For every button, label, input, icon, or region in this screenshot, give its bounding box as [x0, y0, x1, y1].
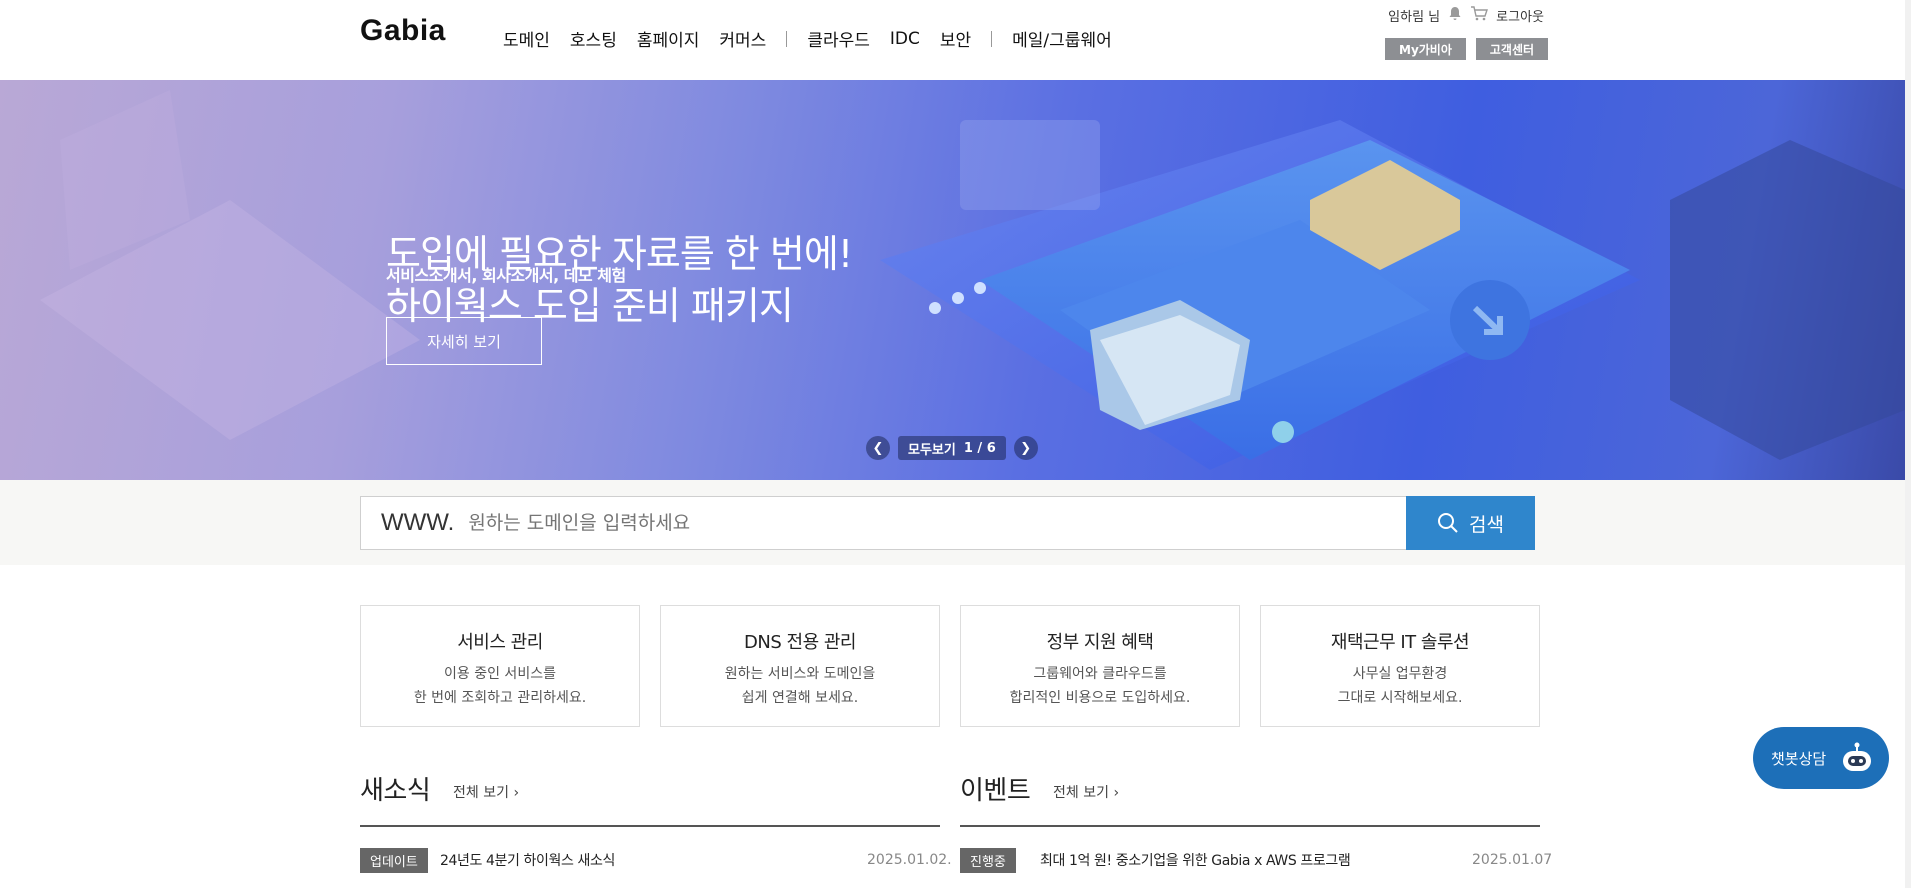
card-remote-work[interactable]: 재택근무 IT 솔루션 사무실 업무환경 그대로 시작해보세요.: [1260, 605, 1540, 727]
news-view-all-label: 전체 보기: [453, 785, 509, 801]
card-desc-line: 그룹웨어와 클라우드를: [1033, 666, 1167, 682]
card-title: 정부 지원 혜택: [1046, 632, 1154, 653]
news-tag-badge: 업데이트: [360, 848, 428, 873]
chevron-right-icon[interactable]: ❯: [1013, 436, 1038, 460]
nav-mail-groupware[interactable]: 메일/그룹웨어: [1012, 26, 1112, 51]
event-item-link[interactable]: 최대 1억 원! 중소기업을 위한 Gabia x AWS 프로그램: [1040, 850, 1351, 870]
chevron-right-icon: ›: [1113, 785, 1120, 801]
domain-search-input[interactable]: [468, 512, 1369, 534]
card-desc-line: 이용 중인 서비스를: [444, 666, 556, 682]
events-view-all-link[interactable]: 전체 보기 ›: [1053, 782, 1119, 802]
hero-view-all-button[interactable]: 모두보기 1 / 6: [898, 436, 1006, 460]
card-desc-line: 그대로 시작해보세요.: [1337, 690, 1463, 706]
hero-slider-controls: ❮ 모두보기 1 / 6 ❯: [866, 436, 1038, 460]
search-button[interactable]: 검색: [1406, 496, 1535, 550]
nav-commerce[interactable]: 커머스: [719, 26, 766, 51]
chevron-left-icon[interactable]: ❮: [866, 436, 890, 460]
news-item-link[interactable]: 24년도 4분기 하이웍스 새소식: [440, 850, 615, 870]
card-title: DNS 전용 관리: [744, 632, 856, 653]
hero-detail-button[interactable]: 자세히 보기: [386, 317, 542, 365]
gabia-logo[interactable]: Gabia: [360, 14, 446, 48]
robot-icon: [1843, 742, 1871, 771]
page: Gabia 도메인 호스팅 홈페이지 커머스 클라우드 IDC 보안 메일/그룹…: [0, 0, 1911, 888]
card-desc-line: 합리적인 비용으로 도입하세요.: [1009, 690, 1191, 706]
card-description: 이용 중인 서비스를 한 번에 조회하고 관리하세요.: [361, 662, 639, 710]
event-item-date: 2025.01.07: [1472, 852, 1553, 868]
card-description: 그룹웨어와 클라우드를 합리적인 비용으로 도입하세요.: [961, 662, 1239, 710]
support-center-button[interactable]: 고객센터: [1475, 38, 1549, 60]
card-desc-line: 사무실 업무환경: [1352, 666, 1448, 682]
events-divider: [960, 825, 1540, 827]
events-view-all-label: 전체 보기: [1053, 785, 1109, 801]
card-description: 원하는 서비스와 도메인을 쉽게 연결해 보세요.: [661, 662, 939, 710]
nav-domain[interactable]: 도메인: [503, 26, 550, 51]
nav-homepage[interactable]: 홈페이지: [637, 26, 700, 51]
card-title: 서비스 관리: [457, 632, 543, 653]
user-utility: 임하림 님 로그아웃: [1388, 6, 1544, 25]
event-status-badge: 진행중: [960, 848, 1016, 873]
card-dns-management[interactable]: DNS 전용 관리 원하는 서비스와 도메인을 쉽게 연결해 보세요.: [660, 605, 940, 727]
main-nav: 도메인 호스팅 홈페이지 커머스 클라우드 IDC 보안 메일/그룹웨어: [503, 26, 1132, 52]
hero-illustration: [40, 90, 1905, 470]
slide-counter: 1 / 6: [963, 440, 996, 456]
nav-idc[interactable]: IDC: [890, 29, 920, 49]
quick-links: My가비아 고객센터: [1375, 38, 1549, 60]
events-section-title: 이벤트: [960, 776, 1031, 806]
card-service-management[interactable]: 서비스 관리 이용 중인 서비스를 한 번에 조회하고 관리하세요.: [360, 605, 640, 727]
nav-hosting[interactable]: 호스팅: [570, 26, 617, 51]
search-button-label: 검색: [1469, 513, 1504, 536]
nav-divider: [991, 30, 993, 47]
hero-subtitle: 서비스소개서, 회사소개서, 데모 체험: [386, 266, 626, 285]
view-all-label: 모두보기: [908, 442, 956, 458]
my-gabia-button[interactable]: My가비아: [1385, 38, 1466, 60]
card-desc-line: 쉽게 연결해 보세요.: [741, 690, 859, 706]
nav-security[interactable]: 보안: [940, 26, 971, 51]
card-description: 사무실 업무환경 그대로 시작해보세요.: [1261, 662, 1539, 710]
bell-icon[interactable]: [1448, 6, 1462, 25]
user-name[interactable]: 임하림 님: [1388, 6, 1440, 25]
chatbot-button[interactable]: 챗봇상담: [1753, 727, 1889, 789]
hero-banner[interactable]: 도입에 필요한 자료를 한 번에! 하이웍스 도입 준비 패키지: [0, 80, 1905, 480]
domain-search-box: WWW.: [360, 496, 1408, 550]
nav-divider: [786, 30, 788, 47]
news-item-date: 2025.01.02.: [867, 852, 952, 868]
header: Gabia 도메인 호스팅 홈페이지 커머스 클라우드 IDC 보안 메일/그룹…: [0, 0, 1911, 80]
nav-cloud[interactable]: 클라우드: [807, 26, 870, 51]
search-icon: [1438, 513, 1458, 533]
news-section-title: 새소식: [360, 776, 431, 806]
card-desc-line: 원하는 서비스와 도메인을: [724, 666, 876, 682]
chevron-right-icon: ›: [513, 785, 520, 801]
news-view-all-link[interactable]: 전체 보기 ›: [453, 782, 519, 802]
card-title: 재택근무 IT 솔루션: [1330, 632, 1470, 653]
news-divider: [360, 825, 940, 827]
page-scrollbar[interactable]: [1905, 0, 1911, 888]
logout-link[interactable]: 로그아웃: [1496, 6, 1544, 25]
cart-icon[interactable]: [1470, 6, 1489, 25]
card-desc-line: 한 번에 조회하고 관리하세요.: [413, 690, 587, 706]
card-government-support[interactable]: 정부 지원 혜택 그룹웨어와 클라우드를 합리적인 비용으로 도입하세요.: [960, 605, 1240, 727]
www-prefix: WWW.: [381, 509, 455, 536]
chatbot-label: 챗봇상담: [1771, 749, 1827, 768]
